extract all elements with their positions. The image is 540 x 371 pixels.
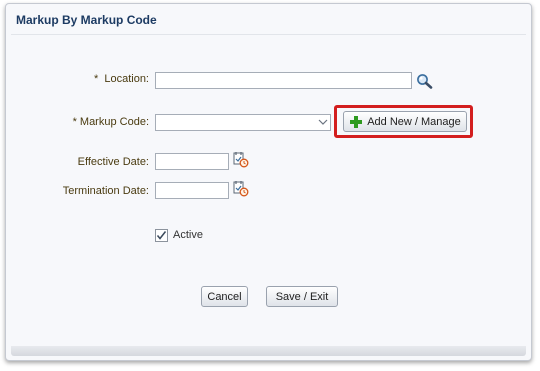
effective-date-input[interactable]: [155, 153, 229, 170]
markup-code-label: * Markup Code:: [73, 116, 149, 128]
markup-dialog: Markup By Markup Code: [5, 3, 532, 361]
location-input[interactable]: [155, 72, 412, 89]
calendar-icon[interactable]: [233, 151, 249, 173]
cancel-button[interactable]: Cancel: [201, 286, 248, 307]
checkmark-icon: [156, 231, 167, 240]
plus-icon: [349, 115, 363, 129]
markup-code-select[interactable]: [155, 114, 331, 131]
location-label-text: Location:: [104, 73, 149, 85]
location-required-mark: *: [93, 73, 99, 85]
dialog-footer-bar: [11, 346, 526, 356]
markup-code-required-mark: *: [72, 116, 77, 128]
termination-date-input[interactable]: [155, 182, 229, 199]
chevron-down-icon[interactable]: [316, 115, 330, 130]
add-new-manage-label: Add New / Manage: [367, 115, 461, 128]
markup-code-label-text: Markup Code:: [79, 116, 149, 128]
active-label: Active: [173, 229, 203, 241]
add-new-manage-button[interactable]: Add New / Manage: [343, 111, 467, 132]
calendar-icon[interactable]: [233, 180, 249, 202]
title-divider: [11, 34, 526, 35]
termination-date-label: Termination Date:: [62, 185, 149, 197]
search-icon[interactable]: [416, 73, 434, 94]
location-label: * Location:: [94, 73, 149, 85]
effective-date-label: Effective Date:: [77, 156, 149, 168]
save-exit-button[interactable]: Save / Exit: [266, 286, 338, 307]
active-checkbox[interactable]: [155, 229, 168, 242]
dialog-title: Markup By Markup Code: [16, 13, 157, 27]
